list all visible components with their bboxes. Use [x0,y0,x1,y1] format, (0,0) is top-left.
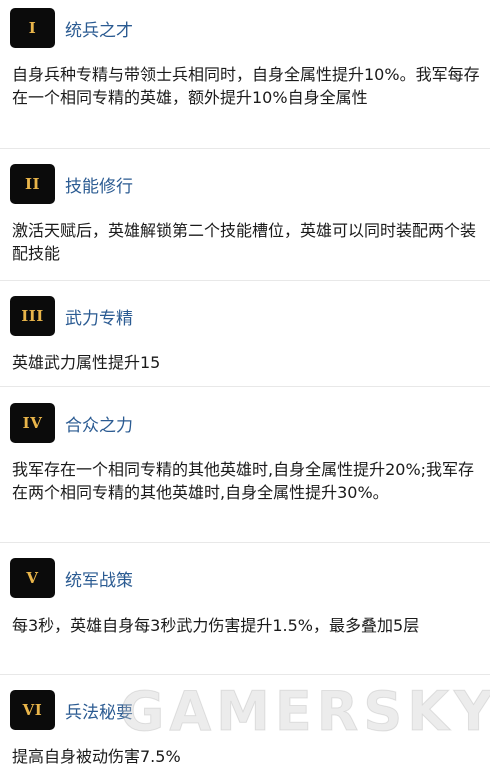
talent-header-1: I 统兵之才 [10,8,133,48]
divider [0,148,490,149]
talent-header-2: II 技能修行 [10,164,133,204]
numeral-badge: V [10,558,55,598]
talent-description: 每3秒，英雄自身每3秒武力伤害提升1.5%，最多叠加5层 [12,616,420,635]
divider [0,386,490,387]
divider [0,674,490,675]
numeral-badge: IV [10,403,55,443]
divider [0,542,490,543]
talent-title: 统军战策 [65,570,133,591]
talent-header-3: III 武力专精 [10,296,133,336]
talent-description: 提高自身被动伤害7.5% [12,747,181,766]
talent-description: 激活天赋后，英雄解锁第二个技能槽位，英雄可以同时装配两个装配技能 [12,221,477,263]
numeral-badge: II [10,164,55,204]
talent-header-6: VI 兵法秘要 [10,690,133,730]
talent-description: 我军存在一个相同专精的其他英雄时,自身全属性提升20%;我军存在两个相同专精的其… [12,460,475,502]
site-watermark: GAMERSKY [120,680,490,744]
talent-title: 统兵之才 [65,20,133,41]
talent-title: 合众之力 [65,415,133,436]
talent-header-5: V 统军战策 [10,558,133,598]
numeral-badge: VI [10,690,55,730]
talent-title: 武力专精 [65,308,133,329]
divider [0,280,490,281]
talent-description: 英雄武力属性提升15 [12,353,161,372]
talent-header-4: IV 合众之力 [10,403,133,443]
talent-description: 自身兵种专精与带领士兵相同时，自身全属性提升10%。我军每存在一个相同专精的英雄… [12,65,480,107]
talent-title: 技能修行 [65,176,133,197]
numeral-badge: III [10,296,55,336]
numeral-badge: I [10,8,55,48]
talent-title: 兵法秘要 [65,702,133,723]
